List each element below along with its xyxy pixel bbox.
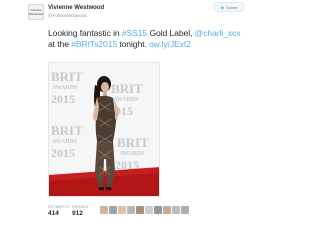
red-carpet-photo: BRIT AWARDS 2015 BRIT AWARDS 2015 BRIT A… bbox=[49, 63, 159, 196]
backdrop-awards: AWARDS bbox=[52, 85, 78, 91]
retweets-count: 414 bbox=[48, 210, 59, 217]
hashtag-link[interactable]: #BRITs2015 bbox=[71, 39, 117, 49]
short-url-link[interactable]: ow.ly/JExt2 bbox=[149, 39, 191, 49]
backdrop-brit-3: BRIT bbox=[51, 123, 83, 138]
favoriter-avatar[interactable] bbox=[154, 206, 162, 214]
retweets-stat[interactable]: RETWEETS 414 bbox=[48, 205, 69, 217]
favoriter-avatar[interactable] bbox=[136, 206, 144, 214]
author-name[interactable]: Vivienne Westwood bbox=[48, 5, 104, 11]
favoriter-avatar[interactable] bbox=[145, 206, 153, 214]
favoriter-avatar[interactable] bbox=[127, 206, 135, 214]
mention-link[interactable]: @charli_xcx bbox=[195, 28, 241, 38]
backdrop-awards-4: AWARDS bbox=[119, 151, 145, 157]
backdrop-awards-2: AWARDS bbox=[113, 97, 139, 103]
tweet-text-part: at the bbox=[48, 39, 72, 49]
tweet-photo[interactable]: BRIT AWARDS 2015 BRIT AWARDS 2015 BRIT A… bbox=[48, 62, 160, 197]
backdrop-year: 2015 bbox=[51, 92, 75, 106]
follow-button[interactable]: ◉ Suivre bbox=[214, 2, 244, 12]
backdrop-brit-2: BRIT bbox=[111, 81, 143, 96]
favoriter-avatar[interactable] bbox=[181, 206, 189, 214]
favorites-label: FAVORIS bbox=[72, 205, 89, 209]
backdrop-year-3: 2015 bbox=[51, 146, 75, 160]
backdrop-brit-4: BRIT bbox=[117, 135, 149, 150]
backdrop-awards-3: AWARDS bbox=[52, 139, 78, 145]
follow-icon: ◉ bbox=[220, 4, 225, 10]
avatar[interactable]: Vivienne Westwood bbox=[28, 4, 44, 20]
hashtag-link[interactable]: #SS15 bbox=[122, 28, 147, 38]
favoriter-avatar[interactable] bbox=[172, 206, 180, 214]
tweet-text-part: Gold Label, bbox=[147, 27, 195, 38]
favorites-stat[interactable]: FAVORIS 912 bbox=[72, 205, 88, 217]
favoriter-avatars bbox=[100, 206, 189, 214]
favorites-count: 912 bbox=[72, 210, 83, 217]
favoriter-avatar[interactable] bbox=[100, 206, 108, 214]
follow-label: Suivre bbox=[226, 4, 238, 10]
favoriter-avatar[interactable] bbox=[163, 206, 171, 214]
tweet-text: Looking fantastic in #SS15 Gold Label, @… bbox=[48, 16, 246, 51]
backdrop-brit: BRIT bbox=[51, 69, 83, 84]
favoriter-avatar[interactable] bbox=[109, 206, 117, 214]
tweet-text-part: Looking fantastic in bbox=[48, 27, 122, 38]
tweet-text-part: tonight. bbox=[117, 39, 149, 49]
retweets-label: RETWEETS bbox=[48, 205, 70, 209]
favoriter-avatar[interactable] bbox=[118, 206, 126, 214]
